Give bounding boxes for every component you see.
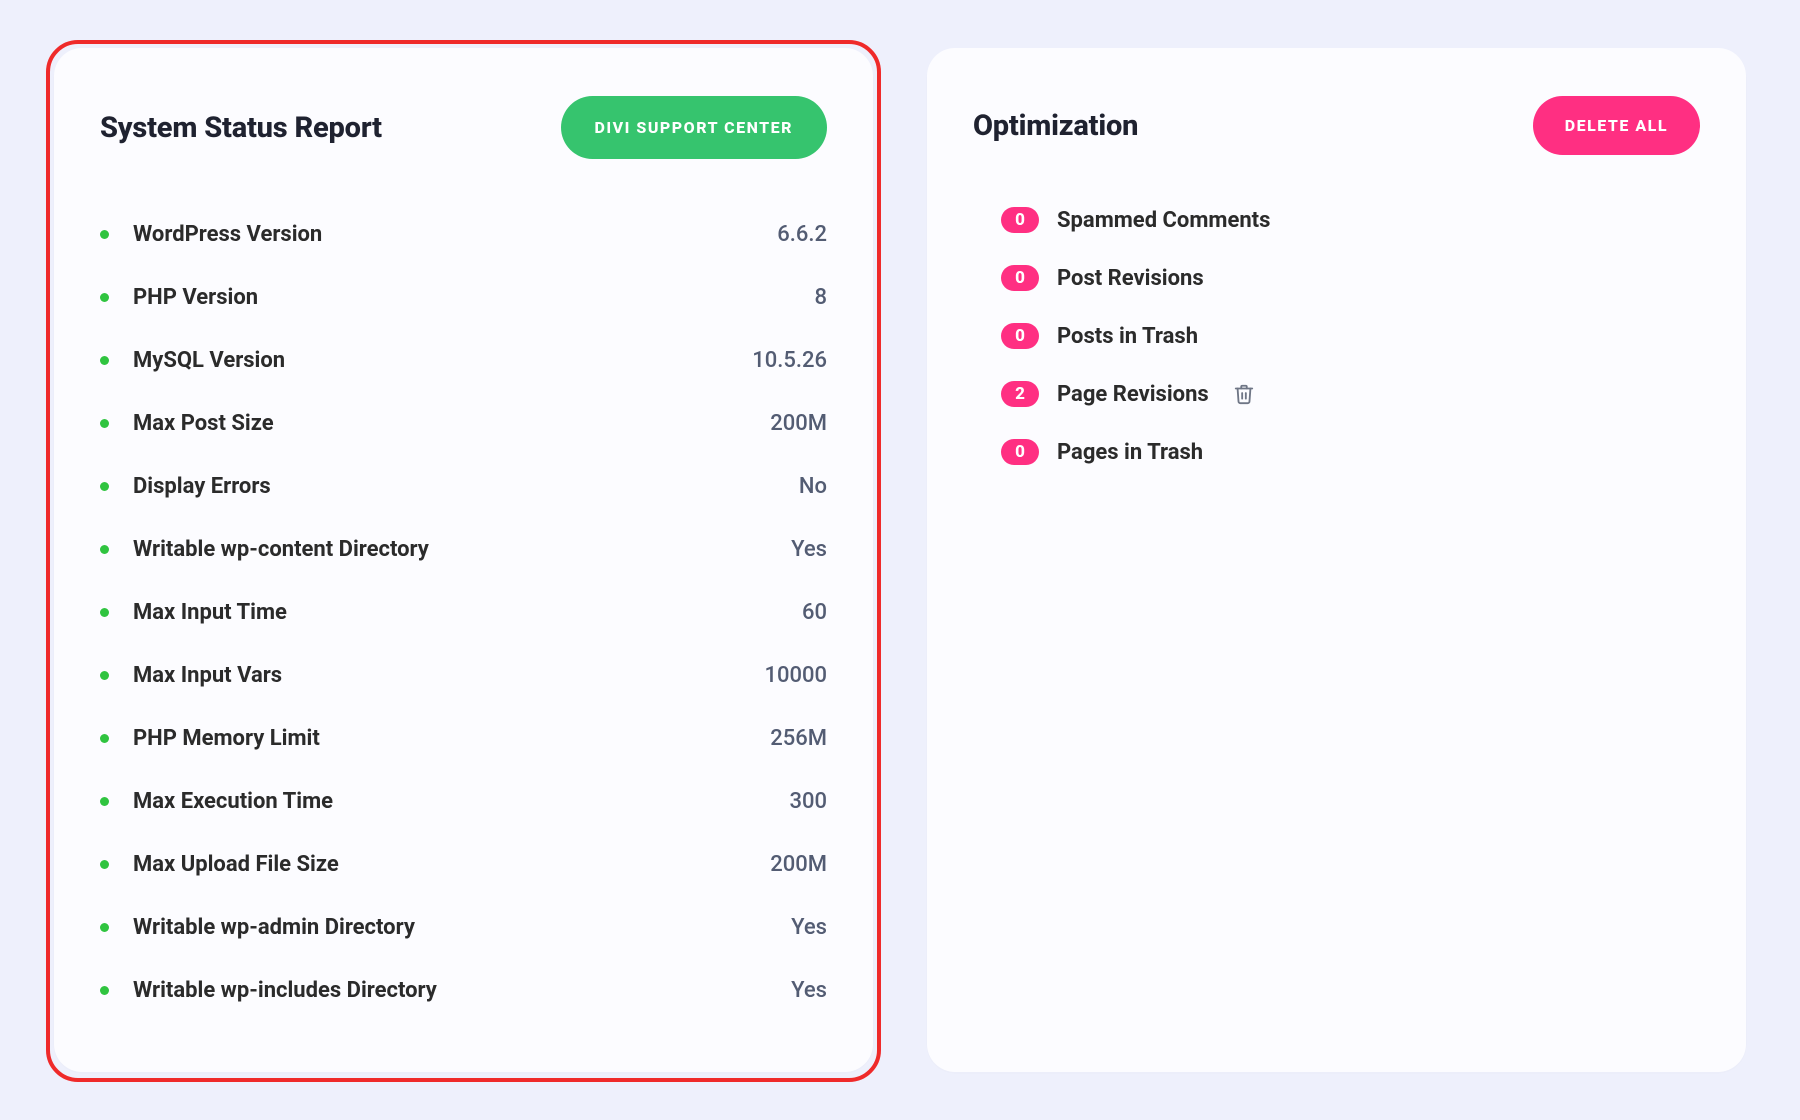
status-dot-icon (100, 860, 109, 869)
status-value: 10.5.26 (752, 348, 827, 373)
optimization-row: 0 Post Revisions (1001, 249, 1700, 307)
status-label: Max Upload File Size (133, 852, 770, 877)
status-label: WordPress Version (133, 222, 777, 247)
status-label: MySQL Version (133, 348, 752, 373)
count-badge: 2 (1001, 381, 1039, 407)
status-dot-icon (100, 293, 109, 302)
status-row: Max Upload File Size200M (100, 833, 827, 896)
status-value: Yes (791, 978, 827, 1003)
status-label: Max Input Vars (133, 663, 764, 688)
optimization-title: Optimization (973, 109, 1138, 143)
count-badge: 0 (1001, 207, 1039, 233)
optimization-row: 0 Pages in Trash (1001, 423, 1700, 481)
optimization-label: Spammed Comments (1057, 208, 1270, 233)
status-value: 200M (770, 411, 827, 436)
status-dot-icon (100, 986, 109, 995)
optimization-label: Posts in Trash (1057, 324, 1198, 349)
status-label: Max Execution Time (133, 789, 789, 814)
status-dot-icon (100, 230, 109, 239)
status-dot-icon (100, 545, 109, 554)
status-label: Writable wp-includes Directory (133, 978, 791, 1003)
optimization-row: 2 Page Revisions (1001, 365, 1700, 423)
status-row: Max Input Vars10000 (100, 644, 827, 707)
status-dot-icon (100, 482, 109, 491)
optimization-row: 0 Posts in Trash (1001, 307, 1700, 365)
status-row: Writable wp-admin DirectoryYes (100, 896, 827, 959)
count-badge: 0 (1001, 265, 1039, 291)
status-row: Max Execution Time300 (100, 770, 827, 833)
status-dot-icon (100, 923, 109, 932)
status-row: Display ErrorsNo (100, 455, 827, 518)
status-value: 10000 (764, 663, 827, 688)
trash-icon[interactable] (1233, 383, 1255, 405)
status-dot-icon (100, 419, 109, 428)
status-dot-icon (100, 797, 109, 806)
status-label: Writable wp-admin Directory (133, 915, 791, 940)
system-status-card: System Status Report DIVI SUPPORT CENTER… (54, 48, 873, 1072)
status-label: Max Input Time (133, 600, 802, 625)
optimization-card: Optimization DELETE ALL 0 Spammed Comment… (927, 48, 1746, 1072)
status-row: WordPress Version6.6.2 (100, 203, 827, 266)
status-row: Max Post Size200M (100, 392, 827, 455)
status-value: No (799, 474, 827, 499)
status-row: PHP Memory Limit256M (100, 707, 827, 770)
optimization-label: Page Revisions (1057, 382, 1209, 407)
status-value: 300 (789, 789, 827, 814)
count-badge: 0 (1001, 439, 1039, 465)
count-badge: 0 (1001, 323, 1039, 349)
status-row: Writable wp-includes DirectoryYes (100, 959, 827, 1022)
status-row: Writable wp-content DirectoryYes (100, 518, 827, 581)
status-row: PHP Version8 (100, 266, 827, 329)
status-dot-icon (100, 356, 109, 365)
status-value: 60 (802, 600, 827, 625)
status-value: Yes (791, 915, 827, 940)
status-row: Max Input Time60 (100, 581, 827, 644)
status-dot-icon (100, 671, 109, 680)
status-label: Writable wp-content Directory (133, 537, 791, 562)
system-status-title: System Status Report (100, 111, 382, 145)
status-label: PHP Memory Limit (133, 726, 770, 751)
status-label: PHP Version (133, 285, 814, 310)
status-label: Display Errors (133, 474, 799, 499)
status-value: 200M (770, 852, 827, 877)
status-row: MySQL Version10.5.26 (100, 329, 827, 392)
status-dot-icon (100, 734, 109, 743)
optimization-label: Post Revisions (1057, 266, 1204, 291)
status-dot-icon (100, 608, 109, 617)
status-value: 256M (770, 726, 827, 751)
status-value: 6.6.2 (777, 222, 827, 247)
status-value: 8 (814, 285, 827, 310)
optimization-label: Pages in Trash (1057, 440, 1203, 465)
status-value: Yes (791, 537, 827, 562)
optimization-row: 0 Spammed Comments (1001, 191, 1700, 249)
status-label: Max Post Size (133, 411, 770, 436)
divi-support-center-button[interactable]: DIVI SUPPORT CENTER (561, 96, 827, 159)
delete-all-button[interactable]: DELETE ALL (1533, 96, 1700, 155)
